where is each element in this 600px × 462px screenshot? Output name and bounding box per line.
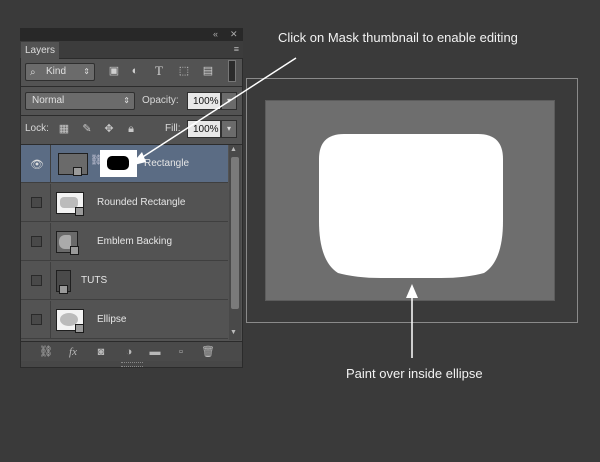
annotation-arrows	[130, 57, 418, 358]
bottom-arrow-head	[406, 284, 418, 298]
top-arrow-head	[130, 152, 146, 166]
top-arrow-line	[137, 57, 297, 161]
